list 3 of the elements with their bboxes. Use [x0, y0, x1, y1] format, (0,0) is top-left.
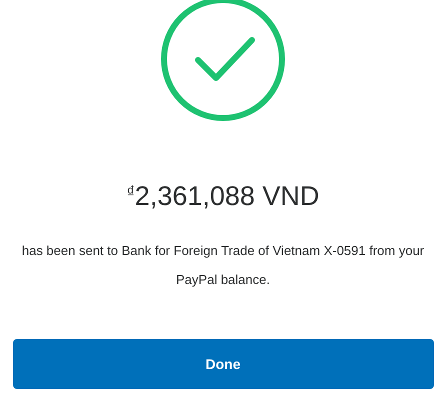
confirmation-message: has been sent to Bank for Foreign Trade of Vietnam X-0591 from your PayPal balance. — [20, 242, 426, 289]
done-button[interactable]: Done — [12, 339, 434, 389]
amount: $^{₫}$2,361,088 VND — [126, 180, 320, 212]
